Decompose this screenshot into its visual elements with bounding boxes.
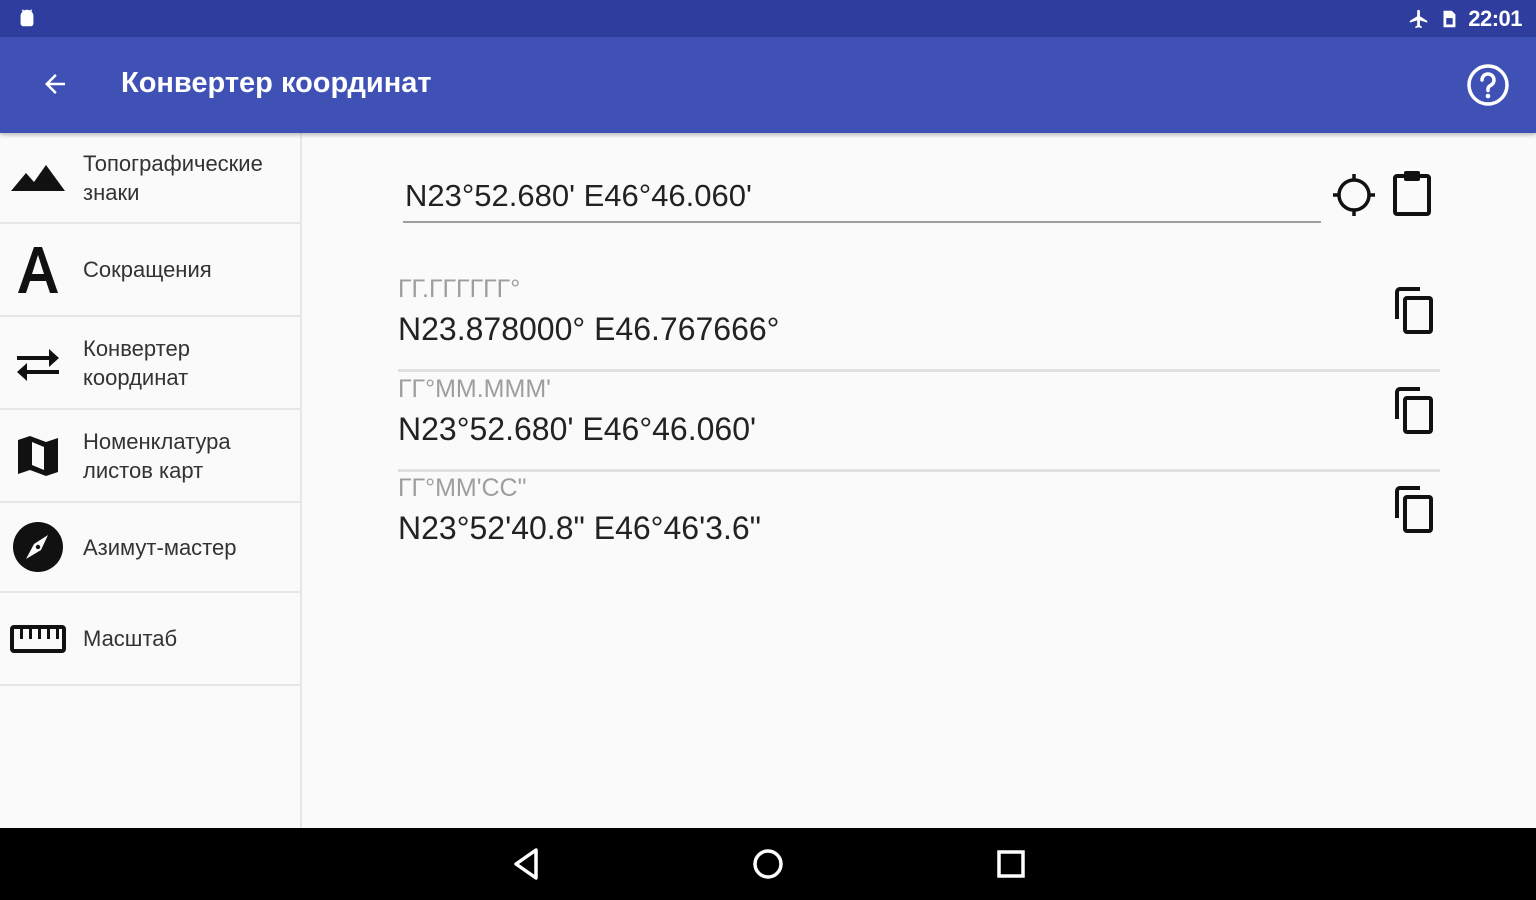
mountains-icon bbox=[10, 150, 66, 206]
sidebar-item-label: Азимут-мастер bbox=[83, 534, 237, 560]
format-label: ГГ°ММ'СС" bbox=[398, 474, 527, 502]
help-circle-icon[interactable] bbox=[1464, 61, 1512, 109]
compass-icon bbox=[10, 519, 66, 575]
paste-button[interactable] bbox=[1386, 167, 1438, 219]
sidebar-item-label: Сокращения bbox=[83, 257, 212, 282]
coordinate-value: N23.878000° E46.767666° bbox=[398, 311, 780, 347]
airplane-icon bbox=[1410, 9, 1428, 29]
result-row-degrees-minutes-seconds: ГГ°ММ'СС" N23°52'40.8" E46°46'3.6" bbox=[398, 472, 1440, 571]
sidebar: Топографические знаки Сокращения Конверт… bbox=[0, 133, 302, 828]
sidebar-item-abbreviations[interactable]: Сокращения bbox=[0, 224, 300, 317]
android-icon bbox=[20, 9, 34, 27]
app-bar: Конвертер координат bbox=[0, 37, 1536, 133]
letter-a-icon bbox=[10, 242, 66, 298]
sidebar-item-topographic-signs[interactable]: Топографические знаки bbox=[0, 133, 300, 224]
copy-button[interactable] bbox=[1388, 482, 1440, 538]
sidebar-item-scale[interactable]: Масштаб bbox=[0, 593, 300, 686]
nav-home-icon[interactable] bbox=[746, 842, 790, 886]
coordinate-value: N23°52.680' E46°46.060' bbox=[398, 411, 757, 447]
status-bar: 22:01 bbox=[0, 0, 1536, 37]
nav-back-icon[interactable] bbox=[504, 842, 548, 886]
map-icon bbox=[10, 428, 66, 484]
back-button[interactable] bbox=[30, 59, 80, 109]
sidebar-item-map-sheets[interactable]: Номенклатура листов карт bbox=[0, 410, 300, 503]
copy-icon bbox=[1395, 387, 1433, 434]
copy-icon bbox=[1395, 486, 1433, 533]
copy-button[interactable] bbox=[1388, 283, 1440, 339]
format-label: ГГ.ГГГГГГ° bbox=[398, 275, 521, 303]
swap-arrows-icon bbox=[10, 335, 66, 391]
clipboard-icon bbox=[1393, 171, 1431, 216]
copy-button[interactable] bbox=[1388, 383, 1440, 439]
crosshair-icon bbox=[1333, 174, 1375, 216]
sidebar-item-label: Топографические знаки bbox=[83, 150, 263, 205]
sidebar-item-label: Конвертер координат bbox=[83, 335, 190, 390]
sidebar-item-azimuth-master[interactable]: Азимут-мастер bbox=[0, 503, 300, 593]
converter-panel: ГГ.ГГГГГГ° N23.878000° E46.767666° ГГ°ММ… bbox=[302, 133, 1536, 828]
nav-recents-icon[interactable] bbox=[989, 842, 1033, 886]
ruler-icon bbox=[10, 611, 66, 667]
format-label: ГГ°ММ.МММ' bbox=[398, 375, 551, 403]
status-time: 22:01 bbox=[1468, 6, 1522, 31]
system-nav-bar bbox=[0, 828, 1536, 900]
sidebar-item-label: Номенклатура листов карт bbox=[83, 428, 231, 483]
page-title: Конвертер координат bbox=[121, 67, 432, 99]
my-location-button[interactable] bbox=[1328, 169, 1380, 221]
copy-icon bbox=[1395, 287, 1433, 334]
coordinate-value: N23°52'40.8" E46°46'3.6" bbox=[398, 510, 762, 546]
sidebar-item-coordinate-converter[interactable]: Конвертер координат bbox=[0, 317, 300, 410]
result-row-degrees-minutes: ГГ°ММ.МММ' N23°52.680' E46°46.060' bbox=[398, 373, 1440, 472]
coordinate-input[interactable] bbox=[403, 171, 1321, 223]
result-row-decimal-degrees: ГГ.ГГГГГГ° N23.878000° E46.767666° bbox=[398, 273, 1440, 372]
sidebar-item-label: Масштаб bbox=[83, 626, 178, 651]
sim-card-icon bbox=[1443, 10, 1456, 28]
arrow-back-icon bbox=[45, 74, 65, 94]
